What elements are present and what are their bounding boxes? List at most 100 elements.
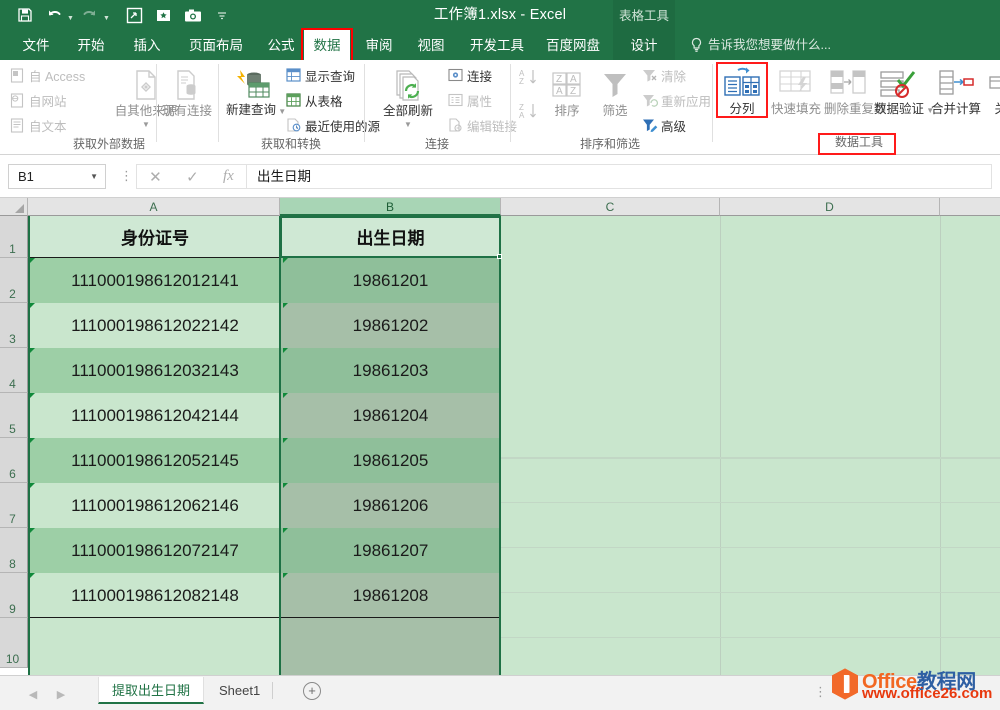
cell-a8[interactable]: 111000198612072147 bbox=[30, 528, 280, 573]
edit-links-button[interactable]: 编辑链接 bbox=[448, 116, 517, 135]
column-header-c[interactable]: C bbox=[501, 198, 720, 216]
cell-a2[interactable]: 111000198612012141 bbox=[30, 258, 280, 303]
row-header-10[interactable]: 10 bbox=[0, 618, 28, 668]
consolidate-button[interactable]: 合并计算 bbox=[926, 66, 986, 116]
cell-b2[interactable]: 19861201 bbox=[282, 258, 499, 303]
name-box-dropdown-icon[interactable]: ▼ bbox=[90, 165, 98, 189]
cell-b8[interactable]: 19861207 bbox=[282, 528, 499, 573]
column-header-a[interactable]: A bbox=[28, 198, 280, 216]
sort-button[interactable]: ZAAZ 排序 bbox=[546, 68, 588, 118]
tell-me-box[interactable]: 告诉我您想要做什么... bbox=[708, 30, 831, 60]
row-header-2[interactable]: 2 bbox=[0, 258, 28, 303]
sort-asc-button[interactable]: AZ bbox=[518, 68, 540, 91]
from-other-sources-dropdown-icon[interactable]: ▼ bbox=[108, 118, 184, 132]
row-header-8[interactable]: 8 bbox=[0, 528, 28, 573]
from-table-label: 从表格 bbox=[305, 95, 343, 109]
name-box-value: B1 bbox=[18, 169, 34, 184]
tab-design[interactable]: 设计 bbox=[613, 30, 675, 60]
cell-a7[interactable]: 111000198612062146 bbox=[30, 483, 280, 528]
refresh-all-dropdown-icon[interactable]: ▼ bbox=[376, 118, 440, 132]
clear-filter-button[interactable]: 清除 bbox=[642, 66, 686, 85]
tab-review[interactable]: 审阅 bbox=[356, 30, 402, 60]
tab-home[interactable]: 开始 bbox=[68, 30, 114, 60]
next-sheet-icon[interactable]: ▶ bbox=[50, 684, 72, 704]
cell-b6[interactable]: 19861205 bbox=[282, 438, 499, 483]
from-table-button[interactable]: 从表格 bbox=[286, 91, 343, 110]
column-header-b[interactable]: B bbox=[280, 198, 501, 216]
from-table-icon bbox=[286, 92, 302, 109]
add-sheet-button[interactable]: + bbox=[303, 682, 321, 700]
existing-connections-icon bbox=[158, 68, 216, 102]
row-header-6[interactable]: 6 bbox=[0, 438, 28, 483]
data-validation-icon bbox=[874, 66, 922, 100]
cell-a6[interactable]: 111000198612052145 bbox=[30, 438, 280, 483]
cell-b1[interactable]: 出生日期 bbox=[282, 216, 499, 257]
cell-a5[interactable]: 111000198612042144 bbox=[30, 393, 280, 438]
excel-window: ▼ ▼ 工作簿1.xlsx - Excel 表格工具 文件 开始 插入 页面布局… bbox=[0, 0, 1000, 710]
tab-data[interactable]: 数据 bbox=[304, 30, 350, 60]
from-text-button[interactable]: 自文本 bbox=[10, 116, 67, 135]
tab-page-layout[interactable]: 页面布局 bbox=[180, 30, 252, 60]
formula-bar-buttons: ✕ ✓ fx bbox=[136, 164, 246, 189]
row-header-1[interactable]: 1 bbox=[0, 216, 28, 258]
cell-a9[interactable]: 111000198612082148 bbox=[30, 573, 280, 618]
filter-button[interactable]: 筛选 bbox=[594, 68, 636, 118]
from-access-button[interactable]: 自 Access bbox=[10, 66, 85, 85]
tab-file[interactable]: 文件 bbox=[14, 30, 58, 60]
existing-connections-button[interactable]: 现有连接 bbox=[158, 68, 216, 118]
column-header-e[interactable] bbox=[940, 198, 1000, 216]
advanced-filter-button[interactable]: 高级 bbox=[642, 116, 686, 135]
formula-bar-grip[interactable]: ⋮ bbox=[120, 168, 133, 184]
name-box[interactable]: B1 ▼ bbox=[8, 164, 106, 189]
properties-label: 属性 bbox=[467, 95, 493, 109]
sheet-tab-sheet1[interactable]: Sheet1 bbox=[206, 677, 273, 704]
cell-a3[interactable]: 111000198612022142 bbox=[30, 303, 280, 348]
tab-view[interactable]: 视图 bbox=[408, 30, 454, 60]
cell-b3[interactable]: 19861202 bbox=[282, 303, 499, 348]
cell-b4[interactable]: 19861203 bbox=[282, 348, 499, 393]
tab-formulas[interactable]: 公式 bbox=[258, 30, 304, 60]
row-header-5[interactable]: 5 bbox=[0, 393, 28, 438]
formula-input[interactable]: 出生日期 bbox=[246, 164, 992, 189]
tab-insert[interactable]: 插入 bbox=[124, 30, 170, 60]
show-queries-button[interactable]: 显示查询 bbox=[286, 66, 355, 85]
tab-baidu-netdisk[interactable]: 百度网盘 bbox=[538, 30, 608, 60]
text-to-columns-button[interactable]: 分列 bbox=[718, 66, 766, 116]
new-query-dropdown-icon[interactable]: ▼ bbox=[276, 107, 286, 116]
connections-button[interactable]: 连接 bbox=[448, 66, 492, 85]
sheet-tab-extract-birthdate[interactable]: 提取出生日期 bbox=[98, 677, 205, 704]
prev-sheet-icon[interactable]: ◀ bbox=[22, 684, 44, 704]
new-query-button[interactable]: 新建查询 ▼ bbox=[226, 68, 286, 118]
column-header-d[interactable]: D bbox=[720, 198, 940, 216]
cell-a4[interactable]: 111000198612032143 bbox=[30, 348, 280, 393]
contextual-group-label: 表格工具 bbox=[613, 0, 675, 30]
sort-desc-button[interactable]: ZA bbox=[518, 102, 540, 125]
cell-b7[interactable]: 19861206 bbox=[282, 483, 499, 528]
tab-developer[interactable]: 开发工具 bbox=[462, 30, 532, 60]
cell-a1[interactable]: 身份证号 bbox=[30, 216, 280, 257]
fill-handle[interactable] bbox=[497, 254, 502, 259]
cancel-icon[interactable]: ✕ bbox=[149, 168, 162, 186]
worksheet-grid: A B C D 1 2 3 4 5 6 7 8 9 10 身份证号 出生日期 1… bbox=[0, 198, 1000, 675]
insert-function-icon[interactable]: fx bbox=[223, 168, 234, 185]
select-all-corner[interactable] bbox=[0, 198, 28, 216]
row-header-9[interactable]: 9 bbox=[0, 573, 28, 618]
confirm-icon[interactable]: ✓ bbox=[186, 168, 199, 186]
refresh-all-button[interactable]: 全部刷新 ▼ bbox=[376, 68, 440, 132]
ribbon-group-external-data: 自 Access 自网站 自文本 自其他来源 ▼ 现有连接 获取外部数据 bbox=[0, 60, 218, 155]
from-web-button[interactable]: 自网站 bbox=[10, 91, 67, 110]
reapply-button[interactable]: 重新应用 bbox=[642, 91, 711, 110]
status-overflow-icon[interactable]: ⋮ bbox=[814, 685, 827, 698]
cell-b9[interactable]: 19861208 bbox=[282, 573, 499, 618]
row-header-3[interactable]: 3 bbox=[0, 303, 28, 348]
properties-button[interactable]: 属性 bbox=[448, 91, 492, 110]
row-header-7[interactable]: 7 bbox=[0, 483, 28, 528]
remove-duplicates-button[interactable]: 删除重复项 bbox=[824, 66, 887, 116]
remove-duplicates-icon bbox=[824, 66, 872, 100]
row-header-4[interactable]: 4 bbox=[0, 348, 28, 393]
data-validation-button[interactable]: 数据验证 ▼ bbox=[874, 66, 934, 118]
cell-b5[interactable]: 19861204 bbox=[282, 393, 499, 438]
edit-links-icon bbox=[448, 117, 464, 134]
relationships-button[interactable]: 关系 bbox=[986, 66, 1000, 116]
flash-fill-button[interactable]: 快速填充 bbox=[770, 66, 822, 116]
